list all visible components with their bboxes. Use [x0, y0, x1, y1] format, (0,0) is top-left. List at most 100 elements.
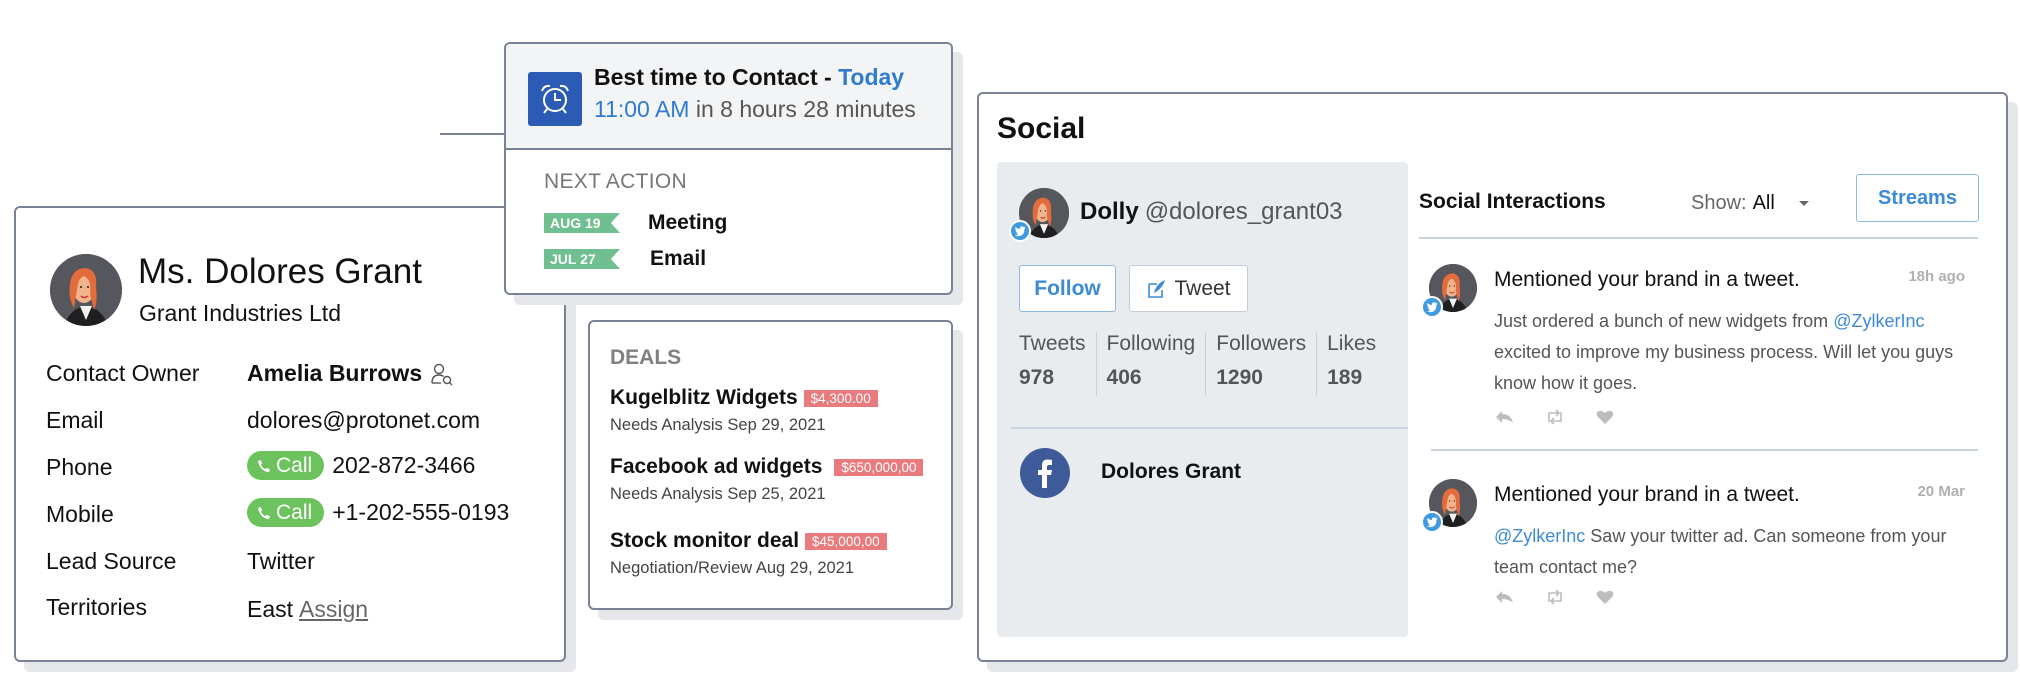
- interaction-item: Mentioned your brand in a tweet. 18h ago…: [1421, 264, 1979, 434]
- stat-followers: Followers 1290: [1205, 332, 1316, 396]
- field-label-lead-source: Lead Source: [46, 548, 177, 574]
- field-label-territories: Territories: [46, 594, 147, 620]
- field-value-phone: Call 202-872-3466: [247, 451, 475, 480]
- interaction-time: 18h ago: [1908, 268, 1965, 285]
- deal-item[interactable]: Kugelblitz Widgets $4,300.00 Needs Analys…: [610, 386, 878, 435]
- interaction-title: Mentioned your brand in a tweet.: [1494, 483, 1800, 506]
- field-value-territories: East Assign: [247, 596, 368, 623]
- contact-name: Ms. Dolores Grant: [138, 252, 422, 291]
- best-time-title: Best time to Contact - Today: [594, 64, 904, 91]
- facebook-name[interactable]: Dolores Grant: [1101, 460, 1241, 484]
- heart-icon[interactable]: [1594, 589, 1616, 605]
- deal-stage: Needs Analysis: [610, 485, 723, 503]
- next-action-label: Meeting: [648, 211, 728, 234]
- retweet-icon[interactable]: [1544, 589, 1566, 605]
- field-value-lead-source: Twitter: [247, 548, 315, 574]
- deal-item[interactable]: Stock monitor deal $45,000,00 Negotiation…: [610, 529, 887, 578]
- stat-value: 189: [1327, 366, 1363, 389]
- show-value: All: [1752, 192, 1775, 214]
- chevron-down-icon: [1798, 201, 1809, 206]
- divider: [1431, 449, 1978, 451]
- deal-date: Sep 29, 2021: [727, 416, 826, 434]
- call-mobile-button[interactable]: Call: [247, 498, 325, 527]
- heart-icon[interactable]: [1594, 409, 1616, 425]
- contact-card: Ms. Dolores Grant Grant Industries Ltd C…: [14, 206, 566, 662]
- next-action-item[interactable]: AUG 19 Meeting: [544, 211, 727, 235]
- twitter-icon: [1421, 296, 1443, 318]
- call-label: Call: [276, 453, 313, 477]
- avatar-illustration: [50, 254, 122, 326]
- best-time-subtitle: 11:00 AM in 8 hours 28 minutes: [594, 96, 916, 123]
- profile-handle[interactable]: @dolores_grant03: [1145, 198, 1343, 225]
- best-time-day: Today: [838, 64, 905, 90]
- date-flag: JUL 27: [544, 249, 620, 269]
- phone-icon: [257, 459, 271, 472]
- deal-name: Kugelblitz Widgets: [610, 386, 798, 409]
- user-search-icon[interactable]: [430, 362, 454, 386]
- connector-line: [440, 133, 504, 135]
- interaction-actions: [1494, 589, 1616, 605]
- profile-name-row: Dolly @dolores_grant03: [1080, 198, 1343, 226]
- deal-amount: $4,300.00: [803, 389, 878, 407]
- deal-date: Sep 25, 2021: [727, 485, 826, 503]
- deals-card: DEALS Kugelblitz Widgets $4,300.00 Needs …: [588, 320, 953, 610]
- next-action-title: NEXT ACTION: [544, 170, 687, 193]
- deal-date: Aug 29, 2021: [755, 559, 855, 577]
- stat-label: Followers: [1216, 332, 1307, 355]
- field-label-mobile: Mobile: [46, 501, 114, 527]
- best-time-countdown: in 8 hours 28 minutes: [695, 96, 916, 122]
- follow-button[interactable]: Follow: [1019, 265, 1116, 312]
- interaction-title: Mentioned your brand in a tweet.: [1494, 268, 1800, 291]
- stat-value: 1290: [1216, 366, 1263, 389]
- tweet-label: Tweet: [1174, 276, 1231, 300]
- divider: [1011, 427, 1408, 429]
- stat-tweets: Tweets 978: [1019, 332, 1096, 396]
- territory-value: East: [247, 596, 294, 622]
- retweet-icon[interactable]: [1544, 409, 1566, 425]
- tweet-button[interactable]: Tweet: [1129, 265, 1248, 312]
- body-text: excited to improve my business process. …: [1494, 342, 1954, 393]
- owner-name[interactable]: Amelia Burrows: [247, 360, 422, 387]
- deal-item[interactable]: Facebook ad widgets $650,000,00 Needs Ana…: [610, 455, 924, 504]
- field-label-contact-owner: Contact Owner: [46, 360, 200, 386]
- interaction-item: Mentioned your brand in a tweet. 20 Mar …: [1421, 479, 1979, 619]
- field-label-email: Email: [46, 407, 104, 433]
- show-filter-dropdown[interactable]: Show: All: [1691, 192, 1809, 215]
- social-title: Social: [997, 112, 1086, 145]
- date-flag: AUG 19: [544, 213, 620, 233]
- best-time-time: 11:00 AM: [594, 96, 690, 122]
- reply-icon[interactable]: [1494, 589, 1516, 605]
- field-label-phone: Phone: [46, 454, 113, 480]
- compose-icon: [1148, 279, 1166, 298]
- field-value-email[interactable]: dolores@protonet.com: [247, 407, 480, 434]
- stat-value: 978: [1019, 366, 1055, 389]
- best-time-label: Best time to Contact -: [594, 64, 832, 90]
- deal-stage: Negotiation/Review: [610, 559, 753, 577]
- deal-name: Facebook ad widgets: [610, 455, 823, 478]
- assign-link[interactable]: Assign: [299, 596, 368, 623]
- stat-label: Following: [1106, 332, 1196, 355]
- field-value-mobile: Call +1-202-555-0193: [247, 498, 509, 527]
- reply-icon[interactable]: [1494, 409, 1516, 425]
- body-text: Just ordered a bunch of new widgets from: [1494, 311, 1834, 331]
- stat-following: Following 406: [1095, 332, 1206, 396]
- twitter-icon: [1009, 220, 1031, 242]
- next-action-label: Email: [650, 247, 707, 270]
- stat-label: Tweets: [1019, 332, 1086, 355]
- field-value-contact-owner: Amelia Burrows: [247, 360, 454, 387]
- next-action-item[interactable]: JUL 27 Email: [544, 247, 706, 271]
- mention-link[interactable]: @ZylkerInc: [1494, 526, 1585, 546]
- social-interactions-title: Social Interactions: [1419, 190, 1606, 213]
- profile-stats: Tweets 978 Following 406 Followers 1290 …: [1019, 332, 1386, 396]
- mention-link[interactable]: @ZylkerInc: [1833, 311, 1924, 331]
- show-label: Show:: [1691, 192, 1747, 214]
- call-phone-button[interactable]: Call: [247, 451, 325, 480]
- streams-button[interactable]: Streams: [1856, 174, 1979, 222]
- social-card: Social Dolly @dolores_grant03 Follow Twe…: [977, 92, 2008, 662]
- contact-company: Grant Industries Ltd: [139, 300, 341, 326]
- best-time-header: Best time to Contact - Today 11:00 AM in…: [506, 44, 951, 150]
- phone-number: 202-872-3466: [332, 452, 476, 478]
- contact-avatar: [50, 254, 122, 326]
- alarm-clock-icon: [528, 72, 582, 126]
- profile-name: Dolly: [1080, 198, 1139, 225]
